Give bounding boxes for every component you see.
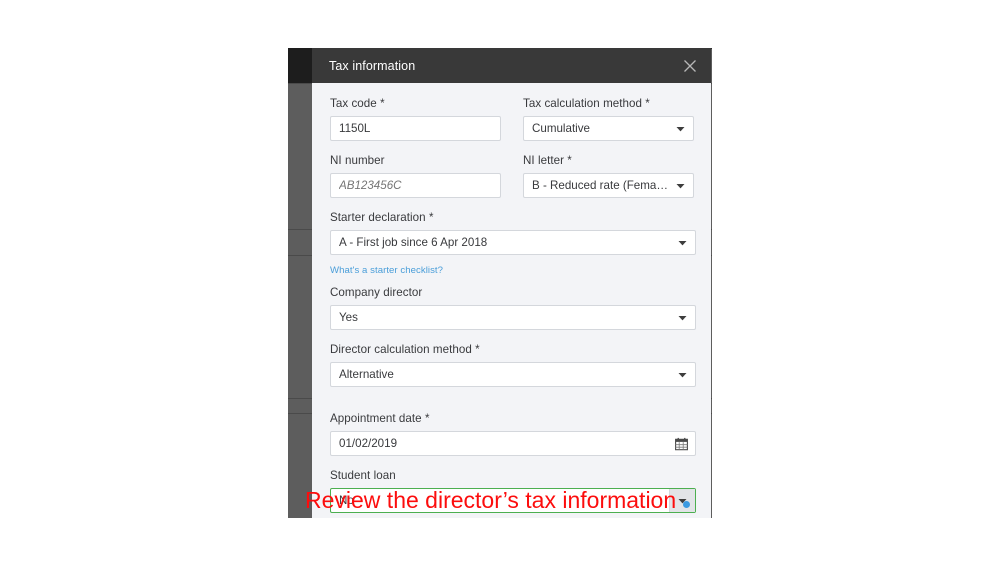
field-tax-calculation-method: Tax calculation method * Cumulative	[523, 97, 694, 141]
tax-code-input[interactable]	[330, 116, 501, 141]
tax-code-label: Tax code *	[330, 97, 501, 111]
ni-number-input[interactable]	[330, 173, 501, 198]
appointment-date-label: Appointment date *	[330, 412, 696, 426]
field-starter-declaration: Starter declaration * A - First job sinc…	[330, 211, 696, 255]
page-title: Tax information	[329, 59, 415, 73]
field-tax-code: Tax code *	[330, 97, 501, 141]
student-loan-select[interactable]: No	[330, 488, 696, 513]
section-spacer	[330, 400, 693, 412]
director-calculation-method-value: Alternative	[331, 368, 695, 381]
close-icon[interactable]	[677, 53, 703, 79]
appointment-date-input[interactable]	[330, 431, 696, 456]
modal-body: Tax code * Tax calculation method * Cumu…	[312, 83, 711, 518]
starter-declaration-label: Starter declaration *	[330, 211, 696, 225]
director-calculation-method-label: Director calculation method *	[330, 343, 696, 357]
ni-letter-select[interactable]: B - Reduced rate (Females on...	[523, 173, 694, 198]
tax-calculation-method-select[interactable]: Cumulative	[523, 116, 694, 141]
form-row-tax: Tax code * Tax calculation method * Cumu…	[330, 97, 693, 154]
field-director-calculation-method: Director calculation method * Alternativ…	[330, 343, 696, 387]
field-ni-letter: NI letter * B - Reduced rate (Females on…	[523, 154, 694, 198]
student-loan-dropdown-button[interactable]	[669, 489, 695, 512]
form-row-ni: NI number NI letter * B - Reduced rate (…	[330, 154, 693, 211]
ni-number-label: NI number	[330, 154, 501, 168]
student-loan-value: No	[331, 494, 695, 507]
backdrop-corner	[288, 48, 312, 83]
ni-letter-label: NI letter *	[523, 154, 694, 168]
student-loan-label: Student loan	[330, 469, 696, 483]
starter-declaration-select[interactable]: A - First job since 6 Apr 2018	[330, 230, 696, 255]
tax-calculation-method-label: Tax calculation method *	[523, 97, 694, 111]
field-appointment-date: Appointment date *	[330, 412, 696, 456]
ni-letter-value: B - Reduced rate (Females on...	[524, 179, 693, 192]
starter-declaration-value: A - First job since 6 Apr 2018	[331, 236, 695, 249]
field-company-director: Company director Yes	[330, 286, 696, 330]
tax-calculation-method-value: Cumulative	[524, 122, 693, 135]
tax-information-modal: Tax information Tax code * Tax calculati…	[312, 48, 711, 518]
company-director-label: Company director	[330, 286, 696, 300]
director-calculation-method-select[interactable]: Alternative	[330, 362, 696, 387]
appointment-date-wrapper	[330, 431, 696, 456]
field-student-loan: Student loan No	[330, 469, 696, 513]
field-ni-number: NI number	[330, 154, 501, 198]
modal-header: Tax information	[312, 48, 711, 83]
starter-checklist-link[interactable]: What's a starter checklist?	[330, 265, 443, 276]
company-director-select[interactable]: Yes	[330, 305, 696, 330]
company-director-value: Yes	[331, 311, 695, 324]
